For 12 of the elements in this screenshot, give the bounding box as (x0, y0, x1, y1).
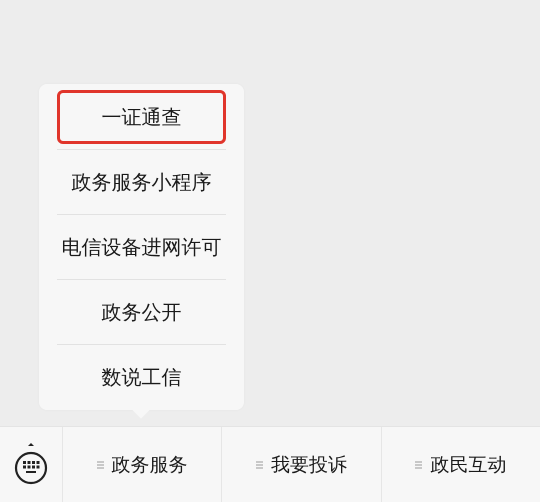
submenu-item[interactable]: 电信设备进网许可 (43, 220, 240, 274)
list-icon (415, 460, 422, 468)
list-icon (256, 460, 263, 468)
submenu-item[interactable]: 一证通查 (57, 90, 226, 144)
submenu-item[interactable]: 数说工信 (43, 350, 240, 404)
submenu-item[interactable]: 政务服务小程序 (43, 155, 240, 209)
submenu-item[interactable]: 政务公开 (43, 285, 240, 339)
menu-button[interactable]: 我要投诉 (250, 444, 353, 486)
keyboard-icon[interactable] (13, 442, 49, 486)
list-icon (96, 460, 104, 468)
menu-button[interactable]: 政民互动 (409, 444, 512, 486)
menu-button[interactable]: 政务服务 (90, 444, 194, 486)
